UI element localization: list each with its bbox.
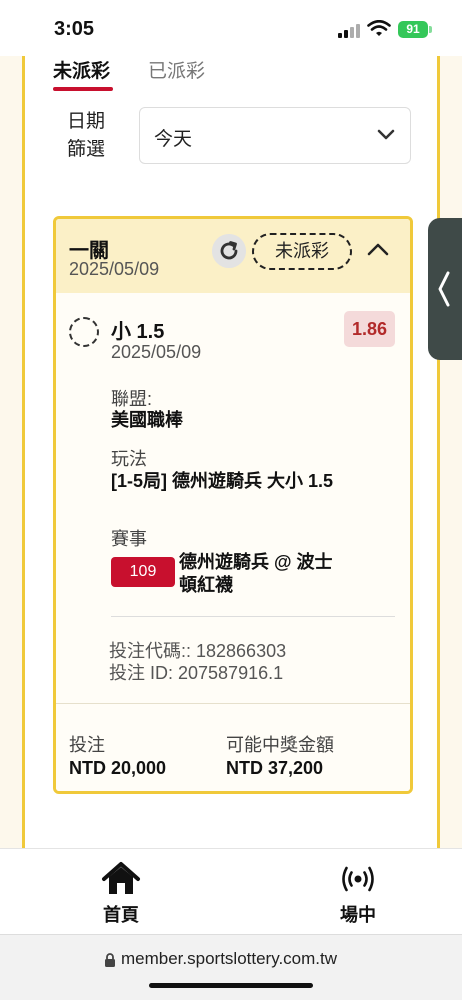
nav-home[interactable]: 首頁 [81,861,161,927]
active-tab-indicator [53,87,113,91]
event-name: 德州遊騎兵 @ 波士頓紅襪 [179,552,333,595]
selection-date: 2025/05/09 [111,342,202,362]
main-content: 未派彩 已派彩 日期篩選 今天 一關 2025/05/09 未派彩 小 1.5 … [22,56,440,848]
bet-card: 一關 2025/05/09 未派彩 小 1.5 2025/05/09 1.86 … [53,216,413,794]
bet-id: 投注 ID: 207587916.1 [109,663,284,683]
wifi-icon [367,20,391,36]
divider [111,616,395,617]
url-text: member.sportslottery.com.tw [121,949,338,968]
market-label: 玩法 [111,449,147,469]
league-value: 美國職棒 [111,410,183,430]
home-icon [102,862,140,894]
page-background: 未派彩 已派彩 日期篩選 今天 一關 2025/05/09 未派彩 小 1.5 … [0,56,462,848]
event-number-badge: 109 [111,557,175,587]
league-label: 聯盟: [111,389,153,409]
nav-live[interactable]: 場中 [318,861,398,927]
lock-icon [105,953,115,967]
bet-card-header[interactable]: 一關 2025/05/09 未派彩 [56,219,410,293]
date-filter-select[interactable]: 今天 [139,107,411,164]
home-indicator [149,983,313,988]
battery-tip [429,26,432,33]
payout-label: 可能中獎金額 [226,735,334,755]
nav-home-label: 首頁 [103,905,139,925]
cellular-signal-icon [338,24,362,38]
status-time: 3:05 [54,18,95,40]
refresh-icon[interactable] [212,234,246,268]
bet-card-footer: 投注 NTD 20,000 可能中獎金額 NTD 37,200 [56,703,410,791]
tab-unsettled[interactable]: 未派彩 [53,56,110,83]
tab-settled[interactable]: 已派彩 [148,56,205,83]
status-badge: 未派彩 [252,233,352,270]
live-signal-icon [342,866,374,892]
date-filter-value: 今天 [154,129,193,150]
stake-value: NTD 20,000 [69,758,167,778]
selection-status-icon [69,317,99,347]
bet-date: 2025/05/09 [69,259,160,279]
browser-url-bar[interactable]: member.sportslottery.com.tw [0,934,462,1000]
chevron-down-icon [377,129,395,140]
battery-icon: 91 [398,21,428,38]
nav-live-label: 場中 [340,905,376,925]
stake-label: 投注 [69,735,105,755]
payout-value: NTD 37,200 [226,758,324,778]
odds-badge: 1.86 [344,311,395,347]
chevron-up-icon[interactable] [366,241,390,257]
side-drawer-handle[interactable] [428,218,462,360]
status-bar: 3:05 91 [0,0,462,56]
chevron-left-icon [438,271,450,307]
selection-name: 小 1.5 [111,321,165,343]
bottom-nav: 首頁 場中 [0,848,462,934]
event-label: 賽事 [111,529,147,549]
date-filter-label: 日期篩選 [67,111,106,160]
market-value: [1-5局] 德州遊騎兵 大小 1.5 [111,471,334,491]
